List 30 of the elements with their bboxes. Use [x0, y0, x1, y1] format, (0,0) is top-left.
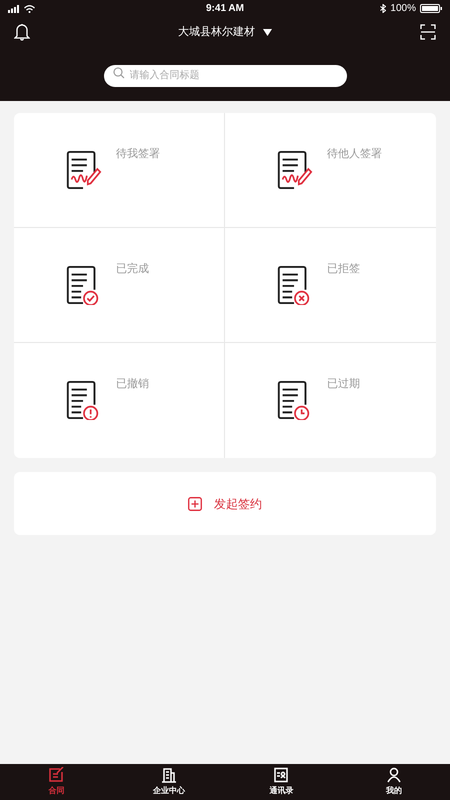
edit-note-icon — [48, 767, 64, 783]
signature-document-icon — [64, 150, 104, 190]
search-field[interactable]: 请输入合同标题 — [104, 64, 346, 86]
new-contract-button[interactable]: 发起签约 — [14, 472, 436, 535]
plus-square-icon — [188, 496, 202, 510]
scan-icon[interactable] — [420, 24, 436, 40]
person-icon — [386, 767, 402, 783]
status-tile[interactable]: 已撤销 — [14, 343, 225, 458]
status-tile[interactable]: 已完成 — [14, 228, 225, 343]
building-icon — [160, 767, 177, 783]
search-icon — [112, 67, 124, 79]
status-tile[interactable]: 已拒签 — [225, 228, 436, 343]
tab-bar-item[interactable]: 合同 — [0, 764, 112, 800]
status-tile[interactable]: 待他人签署 — [225, 113, 436, 228]
signature-document-icon — [275, 150, 315, 190]
tab-bar-item[interactable]: 我的 — [338, 764, 450, 800]
status-tile[interactable]: 待我签署 — [14, 113, 225, 228]
contact-card-icon — [273, 767, 290, 783]
tab-bar-item[interactable]: 企业中心 — [112, 764, 225, 800]
signal-icon — [8, 4, 20, 12]
battery-icon — [420, 4, 442, 13]
company-switcher[interactable]: 大城县林尔建材 — [178, 24, 272, 40]
notification-bell-icon[interactable] — [14, 23, 30, 41]
status-tile[interactable]: 已过期 — [225, 343, 436, 458]
battery-percent: 100% — [390, 2, 416, 16]
clock-time: 9:41 AM — [206, 2, 244, 16]
bluetooth-icon — [380, 4, 386, 13]
wifi-icon — [24, 4, 35, 12]
tab-bar-item[interactable]: 通讯录 — [225, 764, 338, 800]
dropdown-caret-icon — [263, 28, 272, 36]
